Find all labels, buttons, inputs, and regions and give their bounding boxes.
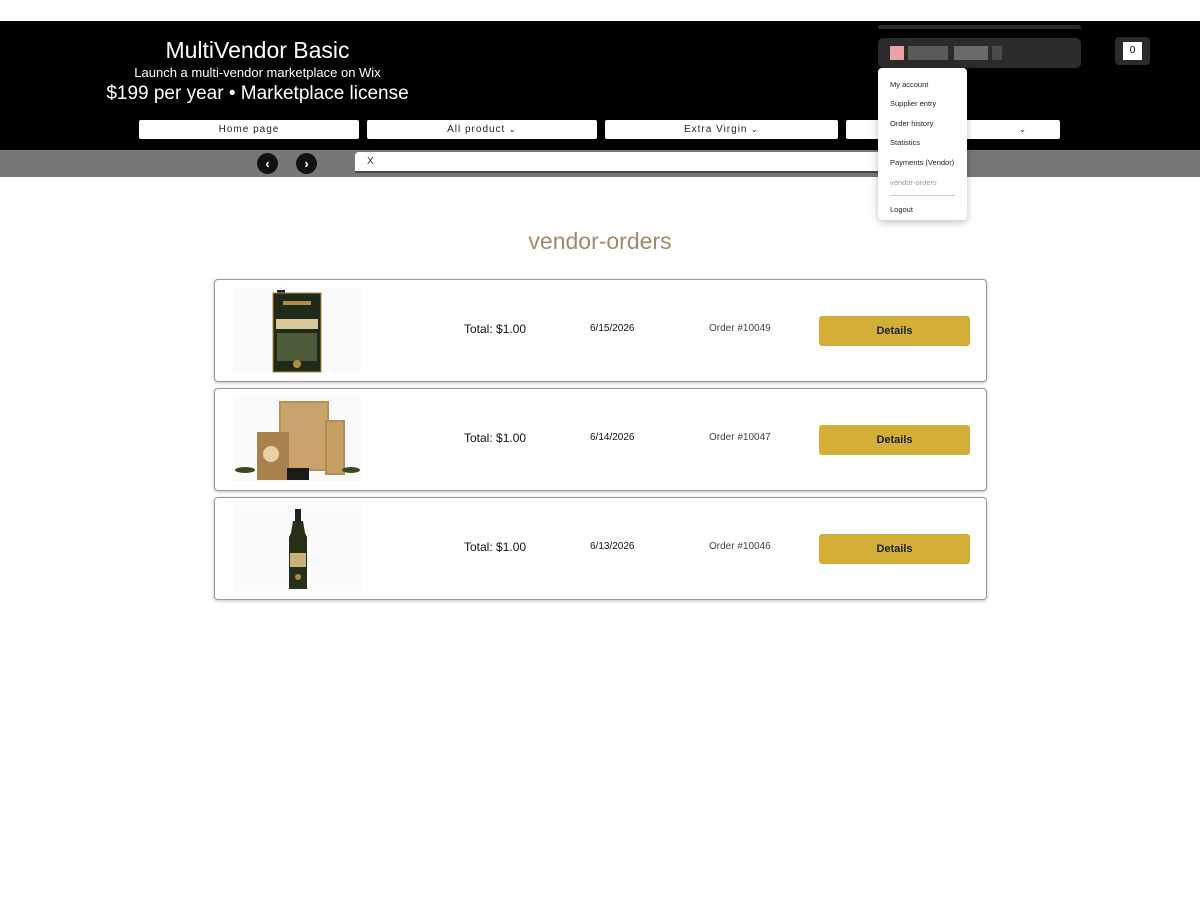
order-date: 6/14/2026 bbox=[590, 432, 635, 443]
product-thumbnail[interactable] bbox=[233, 287, 361, 373]
details-button[interactable]: Details bbox=[819, 425, 970, 455]
chevron-right-icon: › bbox=[304, 156, 309, 171]
menu-item-logout[interactable]: Logout bbox=[890, 205, 913, 214]
menu-item-statistics[interactable]: Statistics bbox=[890, 138, 920, 147]
order-total: Total: $1.00 bbox=[464, 322, 527, 336]
brand-title: MultiVendor Basic bbox=[165, 37, 350, 63]
blurred-username bbox=[992, 46, 1002, 60]
order-number: Order #10047 bbox=[709, 432, 771, 443]
chevron-left-icon: ‹ bbox=[265, 156, 270, 171]
blurred-username bbox=[908, 46, 948, 60]
top-strip bbox=[0, 0, 1200, 21]
brand-subtitle: Launch a multi-vendor marketplace on Wix bbox=[134, 65, 381, 80]
chevron-down-icon: ⌄ bbox=[1018, 124, 1028, 134]
order-total: Total: $1.00 bbox=[464, 540, 527, 554]
brand-price: $199 per year • Marketplace license bbox=[106, 83, 409, 104]
blurred-avatar bbox=[890, 46, 904, 60]
olive-oil-tin-image bbox=[272, 290, 322, 373]
brand-block[interactable]: MultiVendor Basic Launch a multi-vendor … bbox=[90, 35, 425, 106]
olive-oil-gift-box-image bbox=[235, 401, 360, 480]
order-card: Total: $1.00 6/15/2026 Order #10049 Deta… bbox=[214, 279, 987, 382]
product-thumbnail[interactable] bbox=[233, 396, 361, 482]
menu-item-order-history[interactable]: Order history bbox=[890, 119, 933, 128]
order-date: 6/13/2026 bbox=[590, 541, 635, 552]
order-total: Total: $1.00 bbox=[464, 431, 527, 445]
product-thumbnail[interactable] bbox=[233, 505, 361, 591]
order-card: Total: $1.00 6/13/2026 Order #10046 Deta… bbox=[214, 497, 987, 600]
chevron-down-icon: ⌄ bbox=[508, 124, 517, 134]
nav-extra-virgin[interactable]: Extra Virgin ⌄ bbox=[605, 120, 838, 139]
olive-oil-bottle-image bbox=[289, 509, 307, 589]
menu-item-supplier-entry[interactable]: Supplier entry bbox=[890, 99, 936, 108]
blurred-username bbox=[954, 46, 988, 60]
site-header: MultiVendor Basic Launch a multi-vendor … bbox=[0, 21, 1200, 150]
prev-button[interactable]: ‹ bbox=[257, 153, 278, 174]
menu-item-payments-vendor[interactable]: Payments (Vendor) bbox=[890, 158, 954, 167]
details-button[interactable]: Details bbox=[819, 534, 970, 564]
chevron-down-icon: ⌄ bbox=[750, 124, 760, 134]
account-dropdown-menu: My account Supplier entry Order history … bbox=[878, 68, 967, 220]
order-date: 6/15/2026 bbox=[590, 323, 635, 334]
order-number: Order #10049 bbox=[709, 323, 771, 334]
user-pill-tab bbox=[878, 25, 1081, 29]
nav-home-page[interactable]: Home page bbox=[139, 120, 359, 139]
menu-divider bbox=[890, 195, 955, 196]
cart-button[interactable]: 0 bbox=[1115, 37, 1150, 65]
nav-label: All product bbox=[447, 124, 506, 135]
details-button[interactable]: Details bbox=[819, 316, 970, 346]
menu-item-my-account[interactable]: My account bbox=[890, 80, 928, 89]
nav-label: Extra Virgin bbox=[683, 124, 748, 135]
nav-label: Home page bbox=[218, 124, 280, 135]
nav-all-product[interactable]: All product ⌄ bbox=[367, 120, 597, 139]
order-card: Total: $1.00 6/14/2026 Order #10047 Deta… bbox=[214, 388, 987, 491]
menu-item-vendor-orders[interactable]: vendor-orders bbox=[890, 178, 937, 187]
next-button[interactable]: › bbox=[296, 153, 317, 174]
order-number: Order #10046 bbox=[709, 541, 771, 552]
page-title: vendor-orders bbox=[528, 228, 672, 254]
search-bar-strip: ‹ › bbox=[0, 150, 1200, 177]
cart-count-badge: 0 bbox=[1123, 42, 1142, 60]
search-input[interactable] bbox=[355, 152, 900, 173]
user-account-button[interactable] bbox=[878, 25, 1081, 68]
